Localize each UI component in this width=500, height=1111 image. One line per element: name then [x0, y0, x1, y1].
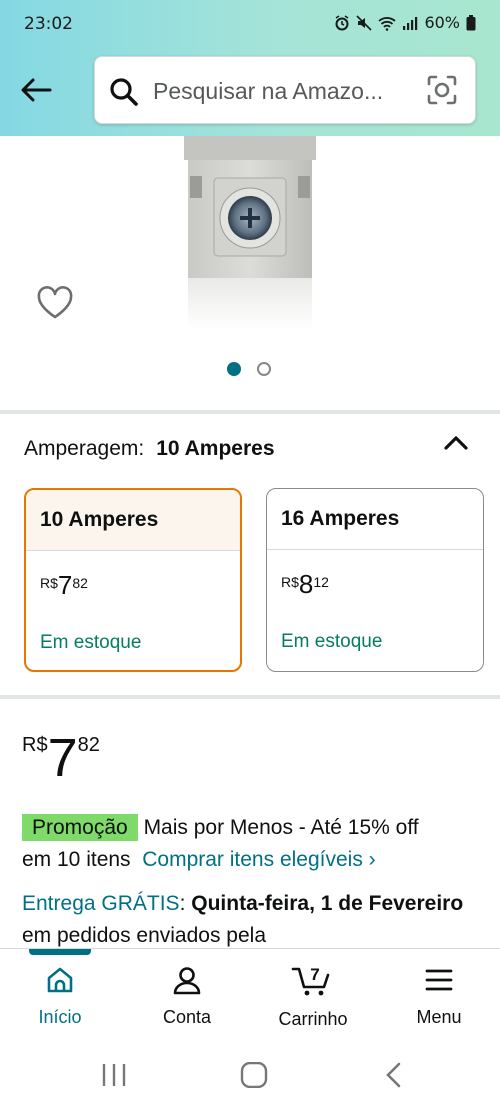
alarm-icon [335, 14, 349, 30]
free-delivery-link[interactable]: Entrega GRÁTIS [22, 892, 180, 915]
option-stock: Em estoque [40, 632, 142, 653]
price-whole: 7 [47, 728, 78, 788]
carousel-dot-active[interactable] [227, 362, 241, 376]
option-stock: Em estoque [281, 631, 383, 652]
nav-account[interactable]: Conta [132, 965, 242, 1028]
option-price: R$812 [281, 569, 329, 599]
delivery-text: em pedidos enviados pela [22, 924, 267, 947]
back-nav-icon[interactable] [382, 1062, 406, 1088]
section-divider [0, 410, 500, 414]
delivery-info: Entrega GRÁTIS: Quinta-feira, 1 de Fever… [22, 892, 464, 947]
promo-link[interactable]: Comprar itens elegíveis › [142, 848, 375, 871]
carousel-dots [227, 362, 271, 376]
option-16-amperes[interactable]: 16 Amperes R$812 Em estoque [266, 488, 484, 672]
back-arrow-icon [21, 78, 52, 102]
nav-label: Menu [416, 1007, 462, 1027]
back-button[interactable] [14, 68, 58, 112]
status-icons: 60% [334, 13, 476, 32]
promo-badge: Promoção [22, 814, 138, 841]
delivery-date: Quinta-feira, 1 de Fevereiro [191, 892, 464, 915]
wifi-icon [378, 16, 397, 31]
nav-cart[interactable]: 7 Carrinho [258, 965, 368, 1030]
carousel-dot[interactable] [257, 362, 271, 376]
nav-active-indicator [29, 949, 91, 955]
promo-text: Mais por Menos - Até 15% off [143, 816, 419, 839]
battery-percent: 60% [424, 13, 460, 32]
variation-selected-value: 10 Amperes [156, 437, 275, 460]
status-bar: 23:02 60% [0, 0, 500, 50]
price-currency: R$ [22, 734, 48, 756]
cart-icon: 7 [291, 965, 330, 996]
option-title: 16 Amperes [267, 489, 483, 550]
product-image-carousel[interactable] [0, 136, 500, 406]
section-divider [0, 695, 500, 699]
nav-home[interactable]: Início [5, 965, 115, 1028]
promo-section: Promoção Mais por Menos - Até 15% off em… [22, 812, 482, 876]
home-button-icon[interactable] [240, 1062, 268, 1088]
product-price: R$782 [22, 730, 100, 786]
option-title: 10 Amperes [26, 490, 240, 551]
home-icon [47, 967, 73, 993]
promo-text-line2: em 10 itens [22, 848, 131, 871]
option-price: R$782 [40, 570, 88, 600]
recent-apps-icon[interactable] [100, 1062, 128, 1088]
bottom-nav: Início Conta 7 Carrinho Menu [0, 948, 500, 1038]
mute-icon [356, 14, 373, 31]
cart-count: 7 [310, 965, 319, 984]
nav-label: Carrinho [278, 1009, 348, 1029]
camera-search-icon[interactable] [427, 75, 457, 105]
search-icon [110, 78, 138, 106]
nav-label: Início [38, 1007, 82, 1027]
option-10-amperes[interactable]: 10 Amperes R$782 Em estoque [24, 488, 242, 672]
battery-icon [466, 14, 476, 30]
variation-name: Amperagem: [24, 437, 145, 460]
price-fraction: 82 [77, 734, 100, 756]
variation-label: Amperagem: 10 Amperes [24, 437, 275, 461]
status-time: 23:02 [24, 14, 73, 34]
signal-icon [403, 16, 418, 30]
app-header: 23:02 60% [0, 0, 500, 136]
chevron-up-icon[interactable] [440, 430, 472, 456]
product-image[interactable] [184, 136, 316, 330]
menu-icon [425, 969, 453, 991]
heart-icon[interactable] [36, 286, 74, 320]
nav-menu[interactable]: Menu [384, 965, 494, 1028]
user-icon [173, 967, 201, 995]
nav-label: Conta [162, 1007, 212, 1027]
search-input[interactable] [153, 75, 415, 107]
search-bar[interactable] [94, 56, 476, 124]
system-nav-bar [0, 1038, 500, 1111]
